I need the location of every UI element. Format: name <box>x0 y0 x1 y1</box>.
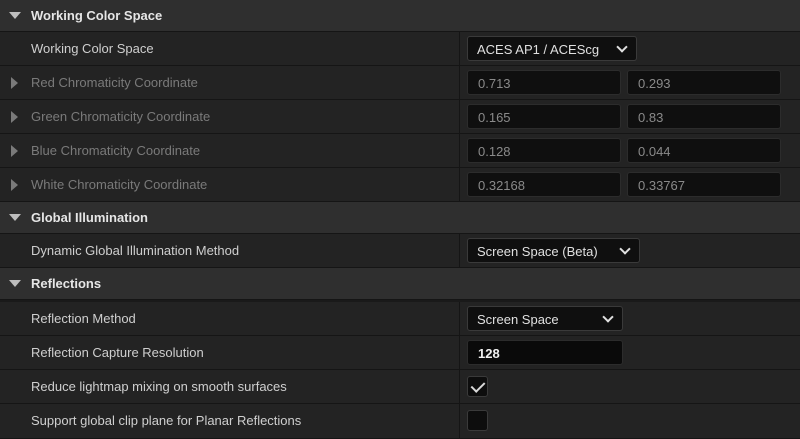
chevron-down-icon <box>602 311 614 323</box>
property-row-white-chromaticity: White Chromaticity Coordinate 0.32168 0.… <box>0 168 800 202</box>
collapse-arrow-icon[interactable] <box>9 12 21 19</box>
category-working-color-space[interactable]: Working Color Space <box>0 0 800 32</box>
column-divider[interactable] <box>459 66 460 99</box>
property-row-reduce-lightmap-mixing: Reduce lightmap mixing on smooth surface… <box>0 370 800 404</box>
red-x-input[interactable]: 0.713 <box>467 70 621 95</box>
expand-arrow-icon[interactable] <box>11 179 18 191</box>
property-row-reflection-method: Reflection Method Screen Space <box>0 302 800 336</box>
category-reflections[interactable]: Reflections <box>0 268 800 300</box>
property-label: Blue Chromaticity Coordinate <box>31 143 201 158</box>
column-divider[interactable] <box>459 302 460 335</box>
reflection-method-dropdown[interactable]: Screen Space <box>467 306 623 331</box>
property-row-working-color-space: Working Color Space ACES AP1 / ACEScg <box>0 32 800 66</box>
collapse-arrow-icon[interactable] <box>9 280 21 287</box>
expand-arrow-icon[interactable] <box>11 77 18 89</box>
category-title: Global Illumination <box>31 210 148 225</box>
red-y-input[interactable]: 0.293 <box>627 70 781 95</box>
property-row-reflection-capture-resolution: Reflection Capture Resolution 128 <box>0 336 800 370</box>
property-label: Support global clip plane for Planar Ref… <box>31 413 302 428</box>
property-row-global-clip-plane: Support global clip plane for Planar Ref… <box>0 404 800 439</box>
global-clip-plane-checkbox[interactable] <box>467 410 488 431</box>
collapse-arrow-icon[interactable] <box>9 214 21 221</box>
property-label: Reflection Capture Resolution <box>31 345 204 360</box>
blue-x-input[interactable]: 0.128 <box>467 138 621 163</box>
column-divider[interactable] <box>459 404 460 438</box>
property-row-red-chromaticity: Red Chromaticity Coordinate 0.713 0.293 <box>0 66 800 100</box>
check-icon <box>470 378 486 393</box>
property-label: White Chromaticity Coordinate <box>31 177 208 192</box>
property-row-blue-chromaticity: Blue Chromaticity Coordinate 0.128 0.044 <box>0 134 800 168</box>
expand-arrow-icon[interactable] <box>11 111 18 123</box>
chevron-down-icon <box>616 41 628 53</box>
property-label: Green Chromaticity Coordinate <box>31 109 211 124</box>
working-color-space-dropdown[interactable]: ACES AP1 / ACEScg <box>467 36 637 61</box>
column-divider[interactable] <box>459 234 460 267</box>
reflection-capture-resolution-input[interactable]: 128 <box>467 340 623 365</box>
blue-y-input[interactable]: 0.044 <box>627 138 781 163</box>
column-divider[interactable] <box>459 32 460 65</box>
green-y-input[interactable]: 0.83 <box>627 104 781 129</box>
property-label: Dynamic Global Illumination Method <box>31 243 240 258</box>
reduce-lightmap-checkbox[interactable] <box>467 376 488 397</box>
property-row-dynamic-gi-method: Dynamic Global Illumination Method Scree… <box>0 234 800 268</box>
category-global-illumination[interactable]: Global Illumination <box>0 202 800 234</box>
property-label: Working Color Space <box>31 41 154 56</box>
dropdown-value: Screen Space <box>477 312 559 327</box>
chevron-down-icon <box>619 243 631 255</box>
category-title: Working Color Space <box>31 8 163 23</box>
dynamic-gi-method-dropdown[interactable]: Screen Space (Beta) <box>467 238 640 263</box>
property-row-green-chromaticity: Green Chromaticity Coordinate 0.165 0.83 <box>0 100 800 134</box>
column-divider[interactable] <box>459 168 460 201</box>
property-label: Reflection Method <box>31 311 136 326</box>
white-y-input[interactable]: 0.33767 <box>627 172 781 197</box>
white-x-input[interactable]: 0.32168 <box>467 172 621 197</box>
green-x-input[interactable]: 0.165 <box>467 104 621 129</box>
column-divider[interactable] <box>459 100 460 133</box>
property-label: Red Chromaticity Coordinate <box>31 75 198 90</box>
column-divider[interactable] <box>459 134 460 167</box>
property-label: Reduce lightmap mixing on smooth surface… <box>31 379 287 394</box>
column-divider[interactable] <box>459 336 460 369</box>
dropdown-value: ACES AP1 / ACEScg <box>477 42 600 57</box>
expand-arrow-icon[interactable] <box>11 145 18 157</box>
category-title: Reflections <box>31 276 102 291</box>
column-divider[interactable] <box>459 370 460 403</box>
dropdown-value: Screen Space (Beta) <box>477 244 598 259</box>
